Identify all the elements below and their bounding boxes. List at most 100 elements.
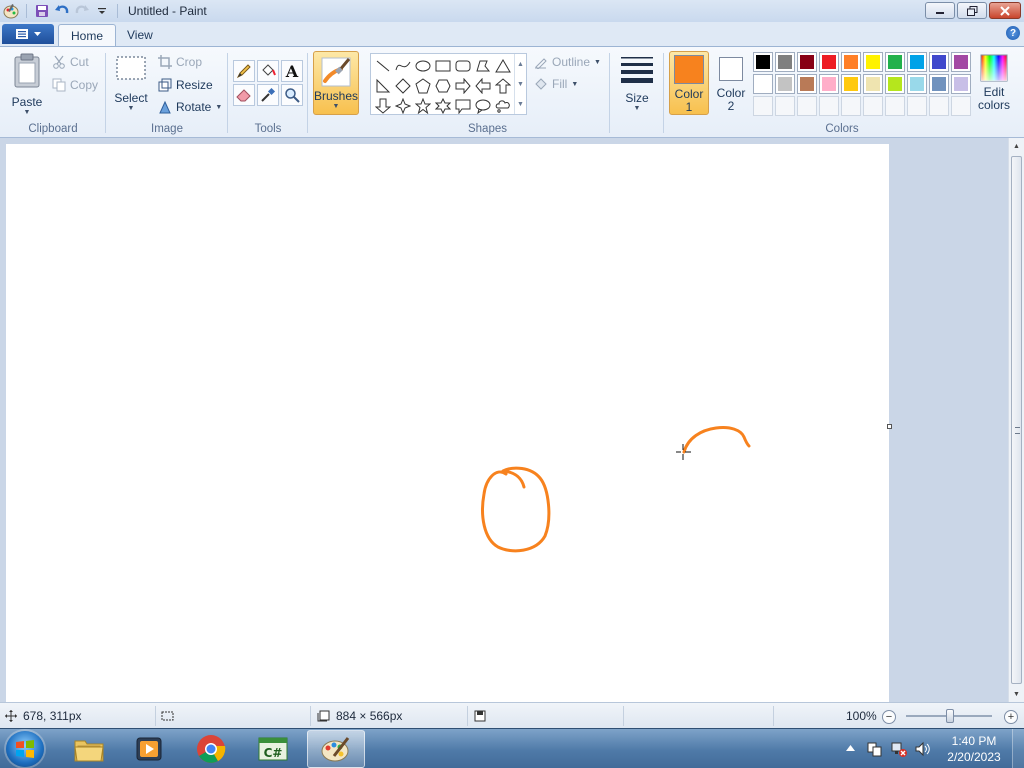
drawing-canvas[interactable]: [6, 144, 889, 702]
tab-view[interactable]: View: [115, 24, 165, 46]
action-center-icon[interactable]: [866, 740, 884, 758]
four-point-star-shape-icon[interactable]: [393, 96, 413, 116]
taskbar-media-player[interactable]: [120, 730, 178, 768]
color2-button[interactable]: Color 2: [711, 51, 751, 115]
palette-swatch-empty[interactable]: [929, 96, 949, 116]
zoom-in-button[interactable]: +: [1004, 710, 1018, 724]
eraser-tool[interactable]: [233, 84, 255, 106]
magnifier-tool[interactable]: [281, 84, 303, 106]
polygon-shape-icon[interactable]: [473, 56, 493, 76]
rotate-button[interactable]: Rotate ▼: [158, 100, 222, 114]
left-arrow-shape-icon[interactable]: [473, 76, 493, 96]
paste-button[interactable]: Paste ▼: [8, 53, 46, 116]
tab-home[interactable]: Home: [58, 24, 117, 46]
palette-swatch-empty[interactable]: [885, 96, 905, 116]
chevron-down-icon[interactable]: ▼: [517, 81, 524, 88]
palette-swatch[interactable]: [929, 52, 949, 72]
cut-button[interactable]: Cut: [52, 55, 89, 69]
oval-callout-shape-icon[interactable]: [473, 96, 493, 116]
paint-menu-button[interactable]: [2, 24, 54, 44]
customize-qat-icon[interactable]: [93, 2, 111, 20]
palette-swatch[interactable]: [775, 52, 795, 72]
fill-tool[interactable]: [257, 60, 279, 82]
five-point-star-shape-icon[interactable]: [413, 96, 433, 116]
pentagon-shape-icon[interactable]: [413, 76, 433, 96]
palette-swatch-empty[interactable]: [797, 96, 817, 116]
palette-swatch[interactable]: [753, 52, 773, 72]
hexagon-shape-icon[interactable]: [433, 76, 453, 96]
palette-swatch[interactable]: [885, 52, 905, 72]
taskbar-clock[interactable]: 1:40 PM 2/20/2023: [938, 733, 1010, 765]
right-triangle-shape-icon[interactable]: [373, 76, 393, 96]
rounded-rectangle-shape-icon[interactable]: [453, 56, 473, 76]
palette-swatch[interactable]: [797, 74, 817, 94]
pencil-tool[interactable]: [233, 60, 255, 82]
paint-app-icon[interactable]: [2, 2, 20, 20]
palette-swatch[interactable]: [929, 74, 949, 94]
palette-swatch[interactable]: [797, 52, 817, 72]
size-button[interactable]: Size ▼: [616, 55, 658, 112]
rectangle-shape-icon[interactable]: [433, 56, 453, 76]
diamond-shape-icon[interactable]: [393, 76, 413, 96]
palette-swatch-empty[interactable]: [907, 96, 927, 116]
palette-swatch[interactable]: [951, 74, 971, 94]
select-button[interactable]: Select ▼: [112, 53, 150, 112]
vertical-scrollbar[interactable]: ▲ ▼: [1008, 138, 1024, 702]
restore-button[interactable]: [957, 2, 987, 19]
resize-button[interactable]: Resize: [158, 78, 213, 92]
oval-shape-icon[interactable]: [413, 56, 433, 76]
taskbar-chrome[interactable]: [182, 730, 240, 768]
palette-swatch[interactable]: [775, 74, 795, 94]
triangle-shape-icon[interactable]: [493, 56, 513, 76]
resize-handle-right[interactable]: [887, 424, 892, 429]
undo-icon[interactable]: [53, 2, 71, 20]
palette-swatch[interactable]: [819, 74, 839, 94]
palette-swatch-empty[interactable]: [753, 96, 773, 116]
show-hidden-icons-icon[interactable]: [846, 744, 855, 752]
palette-swatch[interactable]: [885, 74, 905, 94]
rect-callout-shape-icon[interactable]: [453, 96, 473, 116]
shapes-scroll[interactable]: ▲ ▼ ▼: [514, 54, 526, 114]
palette-swatch[interactable]: [907, 52, 927, 72]
scroll-thumb[interactable]: [1011, 156, 1022, 684]
copy-button[interactable]: Copy: [52, 78, 98, 92]
palette-swatch-empty[interactable]: [775, 96, 795, 116]
down-arrow-shape-icon[interactable]: [373, 96, 393, 116]
scroll-up-icon[interactable]: ▲: [1009, 138, 1024, 154]
minimize-button[interactable]: [925, 2, 955, 19]
cloud-callout-shape-icon[interactable]: [493, 96, 513, 116]
palette-swatch[interactable]: [863, 74, 883, 94]
chevron-up-icon[interactable]: ▲: [517, 61, 524, 68]
palette-swatch[interactable]: [841, 52, 861, 72]
color-picker-tool[interactable]: [257, 84, 279, 106]
volume-icon[interactable]: [914, 740, 932, 758]
show-desktop-button[interactable]: [1012, 729, 1024, 768]
text-tool[interactable]: A: [281, 60, 303, 82]
six-point-star-shape-icon[interactable]: [433, 96, 453, 116]
close-button[interactable]: [989, 2, 1021, 19]
palette-swatch-empty[interactable]: [841, 96, 861, 116]
palette-swatch[interactable]: [841, 74, 861, 94]
palette-swatch[interactable]: [951, 52, 971, 72]
fill-button[interactable]: Fill ▼: [534, 77, 578, 91]
taskbar-paint[interactable]: [307, 730, 365, 768]
palette-swatch[interactable]: [819, 52, 839, 72]
taskbar-explorer[interactable]: [60, 730, 118, 768]
expand-gallery-icon[interactable]: ▼: [517, 101, 524, 108]
palette-swatch-empty[interactable]: [951, 96, 971, 116]
color1-button[interactable]: Color 1: [669, 51, 709, 115]
outline-button[interactable]: Outline ▼: [534, 55, 601, 69]
curve-shape-icon[interactable]: [393, 56, 413, 76]
right-arrow-shape-icon[interactable]: [453, 76, 473, 96]
edit-colors-button[interactable]: Edit colors: [974, 51, 1014, 115]
palette-swatch[interactable]: [907, 74, 927, 94]
zoom-out-button[interactable]: −: [882, 710, 896, 724]
help-icon[interactable]: ?: [1006, 26, 1020, 40]
palette-swatch-empty[interactable]: [863, 96, 883, 116]
save-icon[interactable]: [33, 2, 51, 20]
palette-swatch[interactable]: [753, 74, 773, 94]
brushes-button[interactable]: Brushes ▼: [313, 51, 359, 115]
line-shape-icon[interactable]: [373, 56, 393, 76]
up-arrow-shape-icon[interactable]: [493, 76, 513, 96]
palette-swatch-empty[interactable]: [819, 96, 839, 116]
